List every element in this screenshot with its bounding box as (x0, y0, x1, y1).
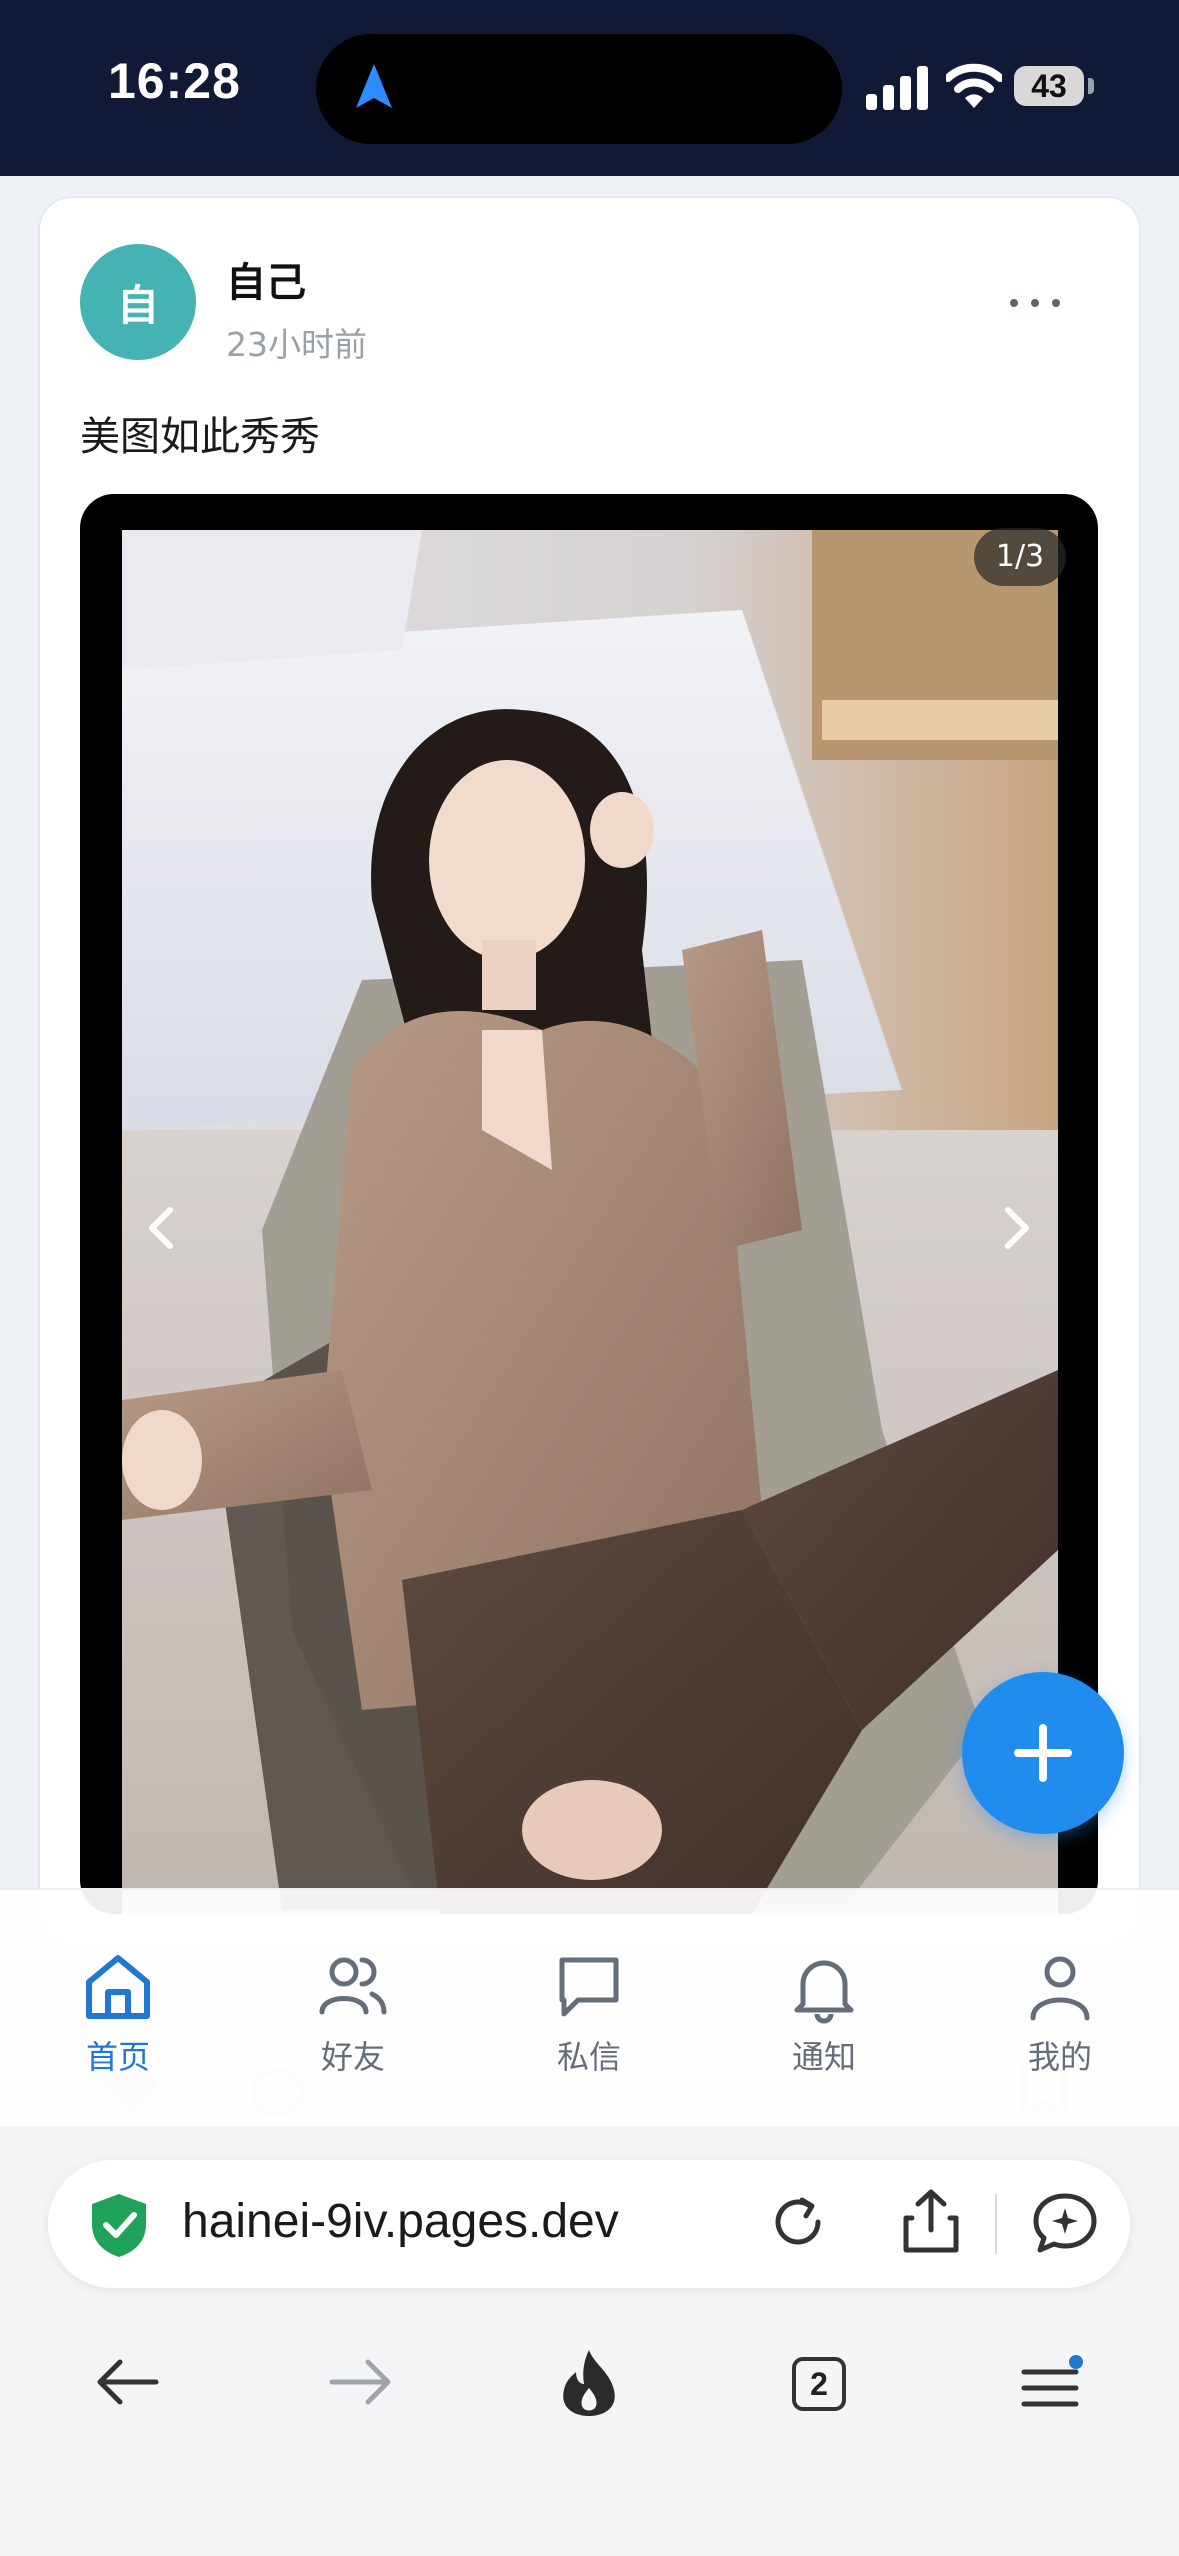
share-icon[interactable] (898, 2186, 964, 2256)
location-arrow-icon (356, 64, 392, 108)
reload-icon[interactable] (766, 2192, 830, 2256)
tab-home[interactable]: 首页 (38, 1950, 198, 2080)
back-arrow-icon[interactable] (92, 2350, 164, 2414)
author-name[interactable]: 自己 (226, 250, 306, 308)
cellular-signal-icon (866, 66, 928, 110)
tab-label: 我的 (1027, 2038, 1092, 2076)
address-bar-divider (995, 2194, 997, 2254)
tab-messages[interactable]: 私信 (509, 1950, 669, 2080)
ai-assistant-icon[interactable] (1030, 2188, 1100, 2258)
chevron-right-icon[interactable] (994, 1202, 1038, 1254)
tab-profile[interactable]: 我的 (980, 1950, 1140, 2080)
status-time: 16:28 (108, 53, 241, 109)
tab-label: 通知 (791, 2038, 856, 2076)
add-post-button[interactable] (962, 1672, 1124, 1834)
secure-shield-icon[interactable] (84, 2190, 154, 2260)
url-text[interactable]: hainei-9iv.pages.dev (182, 2194, 619, 2249)
post-timestamp: 23小时前 (226, 325, 367, 364)
post-photo[interactable] (122, 530, 1058, 1914)
battery-indicator: 43 (1014, 66, 1084, 106)
chevron-left-icon[interactable] (140, 1202, 184, 1254)
tab-label: 首页 (85, 2038, 150, 2076)
fire-icon[interactable] (558, 2348, 620, 2418)
tab-label: 私信 (556, 2038, 621, 2076)
more-dot-icon (1052, 299, 1060, 307)
menu-icon[interactable] (1020, 2354, 1084, 2414)
bell-icon (794, 1960, 854, 2024)
image-counter: 1/3 (974, 528, 1066, 586)
avatar[interactable]: 自 (80, 244, 196, 360)
wifi-icon (946, 63, 1002, 108)
tab-switcher-button[interactable]: 2 (792, 2357, 846, 2411)
photo-illustration (122, 530, 1058, 1914)
tab-friends[interactable]: 好友 (273, 1950, 433, 2080)
tab-label: 好友 (320, 2038, 385, 2076)
battery-cap (1088, 78, 1094, 94)
image-carousel[interactable]: 1/3 (80, 494, 1098, 1914)
more-options-button[interactable] (1000, 280, 1070, 326)
friends-icon (319, 1957, 387, 2015)
forward-arrow-icon[interactable] (324, 2350, 396, 2414)
post-text: 美图如此秀秀 (80, 414, 320, 460)
tab-notifications[interactable]: 通知 (744, 1950, 904, 2080)
user-icon (1030, 1956, 1090, 2021)
chat-icon (559, 1957, 619, 2017)
plus-icon (1014, 1724, 1072, 1782)
home-icon (86, 1955, 150, 2019)
more-dot-icon (1031, 299, 1039, 307)
more-dot-icon (1010, 299, 1018, 307)
